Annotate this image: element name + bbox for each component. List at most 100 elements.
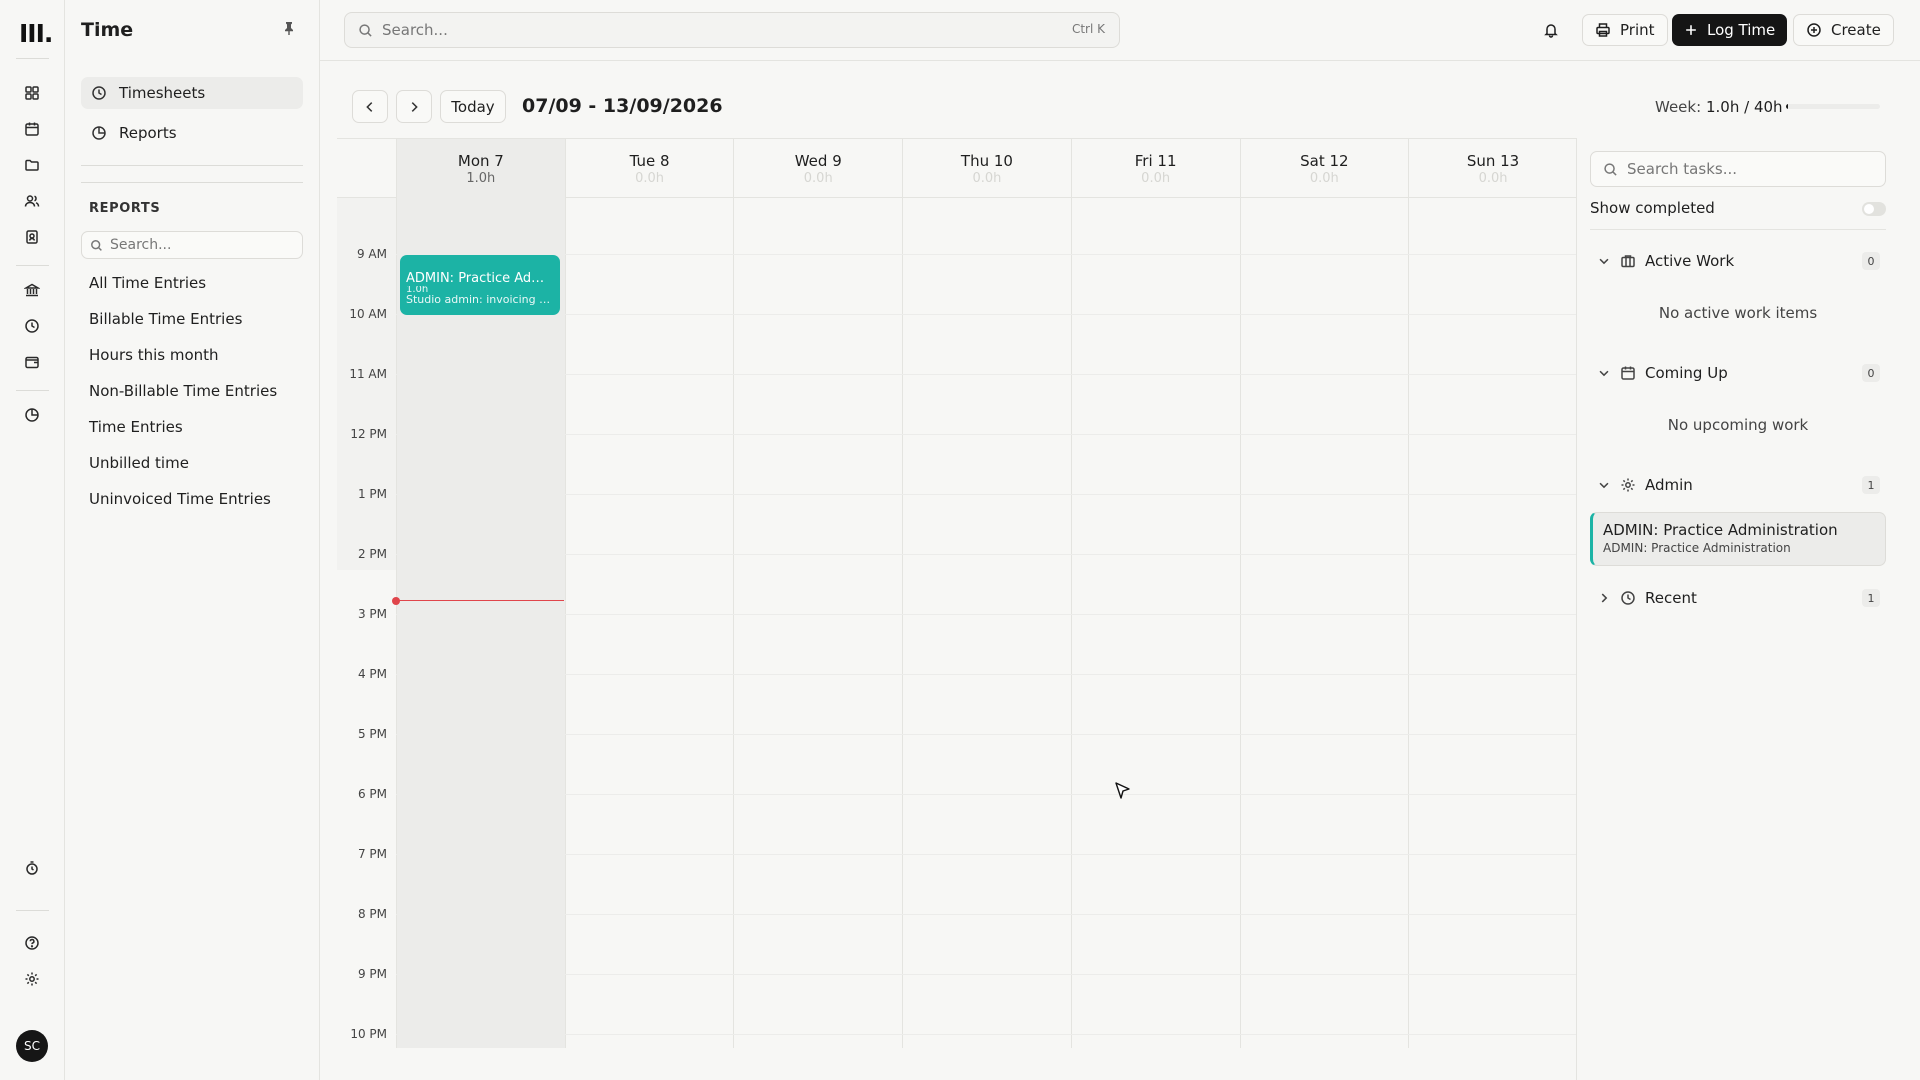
sidebar-item-reports[interactable]: Reports (81, 117, 303, 149)
search-icon (359, 23, 372, 37)
report-link-all-time-entries[interactable]: All Time Entries (89, 274, 206, 292)
report-link-unbilled-time[interactable]: Unbilled time (89, 454, 189, 472)
week-progress-bar (1786, 104, 1880, 109)
task-search-input[interactable]: Search tasks... (1590, 151, 1886, 187)
group-admin[interactable]: Admin 1 (1590, 471, 1886, 499)
day-hours: 0.0h (803, 171, 833, 186)
global-search-input[interactable]: Search... Ctrl K (344, 12, 1120, 48)
app-logo[interactable]: III. (19, 19, 53, 48)
plus-icon (1686, 25, 1696, 35)
admin-task-item[interactable]: ADMIN: Practice Administration ADMIN: Pr… (1590, 512, 1886, 566)
day-column[interactable] (1408, 198, 1577, 1048)
search-icon (1604, 162, 1617, 176)
hour-label: 2 PM (357, 547, 387, 561)
gear-icon[interactable] (22, 969, 42, 989)
next-week-button[interactable] (396, 90, 432, 123)
hour-label: 8 PM (357, 907, 387, 921)
day-column[interactable] (733, 198, 902, 1048)
today-button[interactable]: Today (440, 90, 506, 123)
task-panel: Search tasks... Show completed Active Wo… (1576, 138, 1920, 1080)
group-label: Coming Up (1645, 364, 1728, 382)
day-column[interactable] (396, 198, 565, 1048)
day-column[interactable] (1070, 198, 1240, 1048)
bell-icon (1544, 24, 1558, 38)
search-icon (91, 239, 102, 251)
notifications-button[interactable] (1535, 14, 1567, 46)
pie-chart-icon[interactable] (22, 405, 42, 425)
group-label: Admin (1645, 476, 1693, 494)
current-time-line (396, 600, 564, 602)
calendar-body[interactable]: 8 AM 9 AM 10 AM 11 AM 12 PM 1 PM 2 PM 3 PM 4 PM 5… (337, 198, 1577, 1048)
report-link-billable-time-entries[interactable]: Billable Time Entries (89, 310, 242, 328)
reports-search-placeholder: Search... (110, 237, 172, 253)
day-column[interactable] (902, 198, 1071, 1048)
sidebar-item-timesheets[interactable]: Timesheets (81, 77, 303, 109)
time-entry-event[interactable]: ADMIN: Practice Administration1.0hStudio… (400, 255, 560, 315)
show-completed-toggle[interactable] (1862, 202, 1886, 216)
active-work-empty: No active work items (1658, 304, 1818, 322)
group-recent[interactable]: Recent 1 (1590, 584, 1886, 612)
log-time-button[interactable]: Log Time (1672, 14, 1788, 46)
top-bar: Search... Ctrl K Print Log Time Create (320, 0, 1920, 61)
event-title: ADMIN: Practice Administration (406, 271, 554, 286)
day-hours: 1.0h (466, 171, 496, 186)
timer-icon[interactable] (22, 858, 42, 878)
day-header[interactable]: Wed 9 0.0h (733, 139, 902, 198)
hour-line (396, 734, 1577, 735)
hour-label: 6 PM (357, 787, 387, 801)
event-description: Studio admin: invoicing and email (406, 293, 554, 306)
current-time-dot (392, 596, 400, 605)
day-header[interactable]: Fri 11 0.0h (1070, 139, 1240, 198)
group-coming-up[interactable]: Coming Up 0 (1590, 359, 1886, 387)
wallet-icon[interactable] (22, 352, 42, 372)
clock-icon[interactable] (22, 316, 42, 336)
report-link-uninvoiced-time-entries[interactable]: Uninvoiced Time Entries (89, 490, 271, 508)
search-shortcut: Ctrl K (1071, 22, 1105, 36)
report-link-non-billable-time-entries[interactable]: Non-Billable Time Entries (89, 382, 277, 400)
create-label: Create (1831, 21, 1881, 39)
calendar-icon[interactable] (22, 119, 42, 139)
hour-label: 10 PM (350, 1027, 387, 1041)
contacts-icon[interactable] (22, 227, 42, 247)
hour-label: 10 AM (349, 307, 387, 321)
report-link-hours-this-month[interactable]: Hours this month (89, 346, 219, 364)
print-button[interactable]: Print (1582, 14, 1668, 46)
bank-icon[interactable] (22, 280, 42, 300)
day-name: Sat 12 (1300, 152, 1349, 170)
dashboard-icon[interactable] (22, 83, 42, 103)
day-header[interactable]: Mon 7 1.0h (396, 139, 565, 198)
day-header[interactable]: Tue 8 0.0h (564, 139, 734, 198)
day-header[interactable]: Thu 10 0.0h (902, 139, 1071, 198)
rail-divider (16, 910, 49, 911)
group-count-badge: 1 (1862, 589, 1880, 607)
pin-icon[interactable] (281, 20, 297, 36)
clock-icon (1621, 591, 1635, 605)
reports-search-input[interactable]: Search... (81, 231, 303, 259)
rail-divider (16, 265, 49, 266)
day-name: Tue 8 (629, 152, 670, 170)
day-name: Fri 11 (1134, 152, 1177, 170)
day-header[interactable]: Sun 13 0.0h (1408, 139, 1577, 198)
users-icon[interactable] (22, 191, 42, 211)
help-icon[interactable] (22, 933, 42, 953)
create-button[interactable]: Create (1793, 14, 1894, 46)
avatar[interactable]: SC (16, 1030, 48, 1062)
chevron-right-icon (1601, 593, 1608, 603)
folder-icon[interactable] (22, 155, 42, 175)
task-subtitle: ADMIN: Practice Administration (1603, 541, 1791, 555)
rail-divider (16, 58, 49, 59)
reports-section-title: REPORTS (89, 201, 161, 216)
day-column[interactable] (1239, 198, 1409, 1048)
day-column[interactable] (564, 198, 734, 1048)
day-header[interactable]: Sat 12 0.0h (1239, 139, 1409, 198)
day-name: Thu 10 (960, 152, 1013, 170)
group-active-work[interactable]: Active Work 0 (1590, 247, 1886, 275)
day-hours: 0.0h (635, 171, 664, 186)
group-count-badge: 1 (1862, 476, 1880, 494)
report-link-time-entries[interactable]: Time Entries (89, 418, 183, 436)
chevron-down-icon (1599, 482, 1609, 489)
prev-week-button[interactable] (352, 90, 388, 123)
chevron-down-icon (1599, 258, 1609, 265)
chevron-down-icon (1599, 370, 1609, 377)
date-range-title: 07/09 - 13/09/2026 (522, 95, 723, 117)
